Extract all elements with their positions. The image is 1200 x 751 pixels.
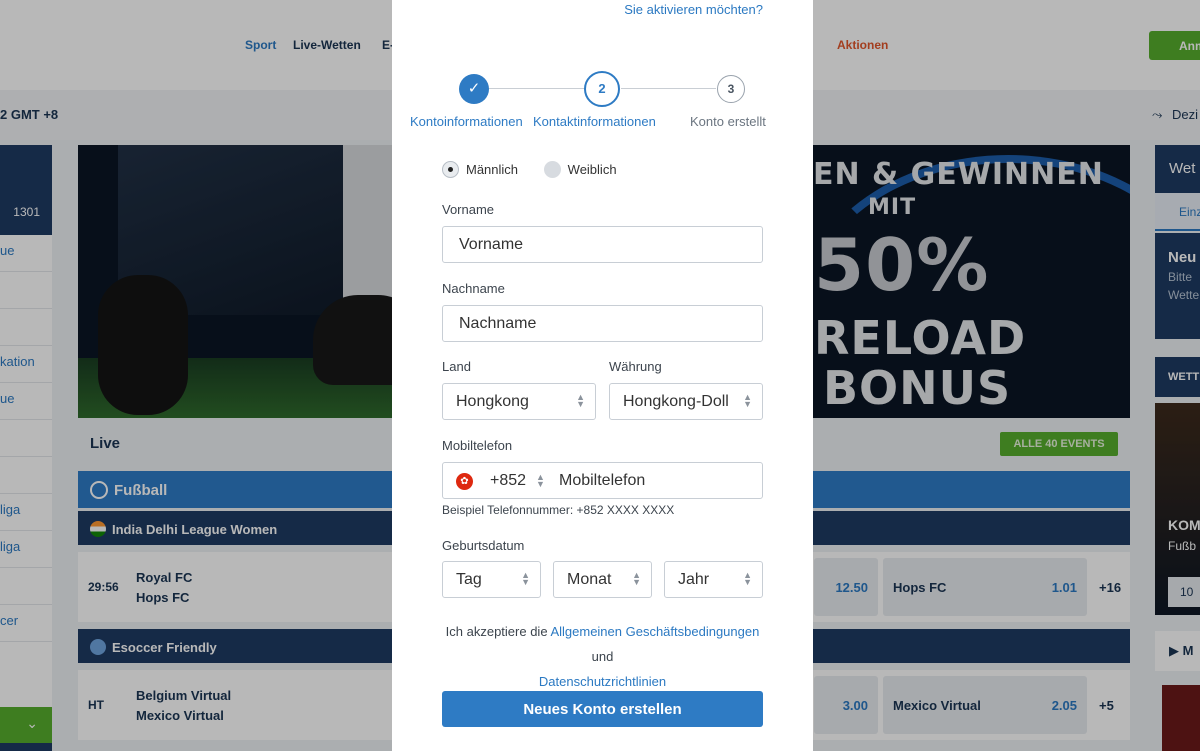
country-label: Land <box>442 359 471 374</box>
currency-select[interactable]: Hongkong-Doll ▲ ▼ <box>609 383 763 420</box>
birth-month-select[interactable]: Monat ▲ ▼ <box>553 561 652 598</box>
hongkong-flag-icon: ✿ <box>456 473 473 490</box>
gender-radio-group: Männlich Weiblich <box>442 161 617 178</box>
step-1-check-icon: ✓ <box>459 74 489 104</box>
sort-arrows-icon: ▲ ▼ <box>521 570 530 587</box>
privacy-link[interactable]: Datenschutzrichtlinien <box>539 674 666 689</box>
step-connector <box>621 88 716 89</box>
first-name-input[interactable]: Vorname <box>442 226 763 263</box>
country-select[interactable]: Hongkong ▲ ▼ <box>442 383 596 420</box>
radio-selected[interactable] <box>442 161 459 178</box>
last-name-label: Nachname <box>442 281 505 296</box>
month-value: Monat <box>567 571 612 588</box>
registration-modal: Sie aktivieren möchten? ✓ 2 3 Kontoinfor… <box>392 0 813 751</box>
step-3-marker: 3 <box>717 75 745 103</box>
birth-year-select[interactable]: Jahr ▲ ▼ <box>664 561 763 598</box>
terms-link[interactable]: Allgemeinen Geschäftsbedingungen <box>550 624 759 639</box>
step-connector <box>487 88 585 89</box>
step-1-label: Kontoinformationen <box>410 114 523 129</box>
gender-female-option[interactable]: Weiblich <box>522 161 617 178</box>
sort-arrows-icon: ▲ ▼ <box>536 472 545 489</box>
day-value: Tag <box>456 571 482 588</box>
step-2-marker: 2 <box>584 71 620 107</box>
birth-day-select[interactable]: Tag ▲ ▼ <box>442 561 541 598</box>
radio-unselected[interactable] <box>543 161 561 178</box>
first-name-label: Vorname <box>442 202 495 217</box>
dial-code-select[interactable]: +852 <box>490 472 526 490</box>
mobile-label: Mobiltelefon <box>442 438 513 453</box>
terms-middle: und <box>591 649 614 664</box>
country-value: Hongkong <box>456 393 529 410</box>
activate-account-link[interactable]: Sie aktivieren möchten? <box>613 0 763 19</box>
currency-value: Hongkong-Doll <box>623 393 729 410</box>
sort-arrows-icon: ▲ ▼ <box>743 570 752 587</box>
create-account-button[interactable]: Neues Konto erstellen <box>442 691 763 727</box>
currency-label: Währung <box>609 359 662 374</box>
terms-prefix: Ich akzeptiere die <box>445 624 551 639</box>
birthdate-label: Geburtsdatum <box>442 538 525 553</box>
registration-stepper: ✓ 2 3 Kontoinformationen Kontaktinformat… <box>392 70 813 130</box>
step-2-label: Kontaktinformationen <box>533 114 656 129</box>
step-3-label: Konto erstellt <box>690 114 766 129</box>
phone-example-hint: Beispiel Telefonnummer: +852 XXXX XXXX <box>442 503 675 517</box>
mobile-number-input[interactable]: Mobiltelefon <box>559 472 645 490</box>
mobile-phone-field: ✿ +852 ▲ ▼ Mobiltelefon <box>442 462 763 499</box>
sort-arrows-icon: ▲ ▼ <box>632 570 641 587</box>
sort-arrows-icon: ▲ ▼ <box>576 392 585 409</box>
gender-female-label: Weiblich <box>567 162 617 177</box>
sort-arrows-icon: ▲ ▼ <box>739 393 752 409</box>
terms-text: Ich akzeptiere die Allgemeinen Geschäfts… <box>442 619 763 694</box>
year-value: Jahr <box>678 571 710 588</box>
gender-male-option[interactable]: Männlich <box>442 161 519 178</box>
gender-male-label: Männlich <box>466 162 519 177</box>
last-name-input[interactable]: Nachname <box>442 305 763 342</box>
